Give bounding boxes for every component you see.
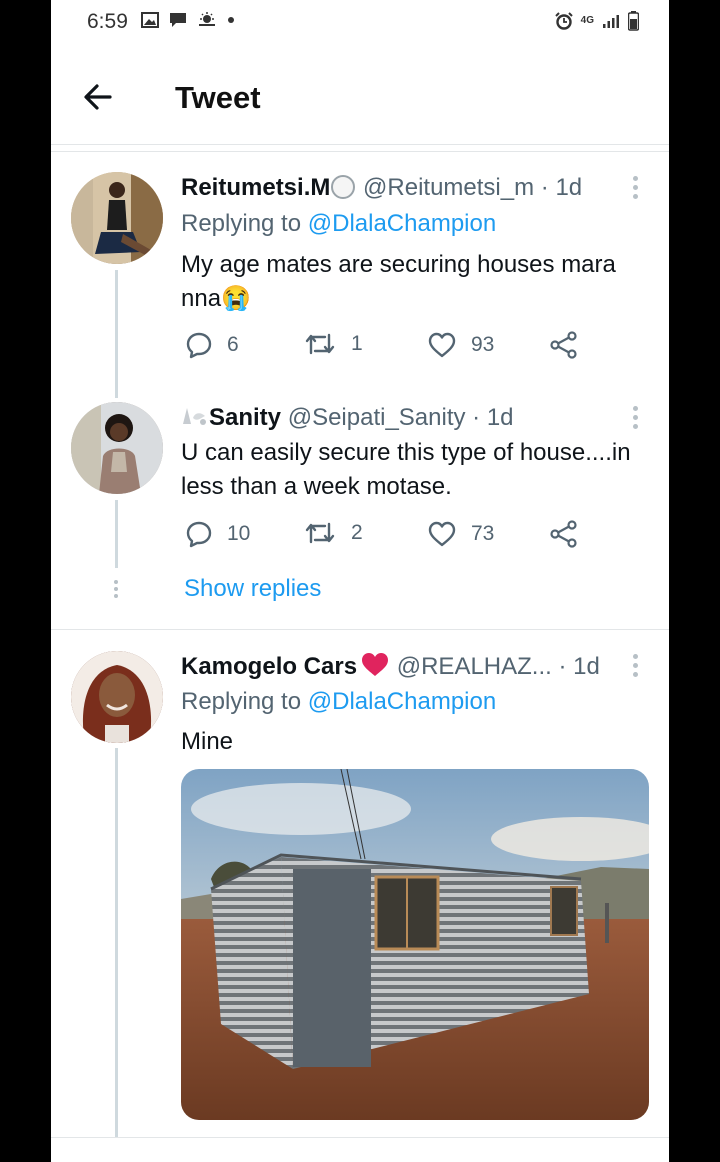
tweet-header: Sanity @Seipati_Sanity · 1d <box>181 404 514 432</box>
tweet-text: My age mates are securing houses mara nn… <box>181 251 616 312</box>
avatar-photo-sanity <box>71 402 163 494</box>
page-title: Tweet <box>175 80 261 115</box>
tweet-text: Mine <box>181 728 234 755</box>
avatar-photo-kamogelo <box>71 651 163 743</box>
header-divider-secondary <box>51 151 669 152</box>
replying-prefix: Replying to <box>181 688 302 715</box>
replying-to-link[interactable]: @DlalaChampion <box>308 688 496 715</box>
tweet-actions: 10 2 73 <box>183 520 653 554</box>
thread-line <box>115 500 118 568</box>
white-circle-emoji-icon <box>331 175 356 199</box>
timestamp: · 1d <box>540 174 583 201</box>
reply-icon <box>186 521 212 548</box>
like-count: 93 <box>471 333 495 356</box>
status-system-icons: 4G <box>554 11 639 31</box>
retweet-button[interactable]: 2 <box>303 520 363 546</box>
status-time: 6:59 <box>87 10 128 33</box>
handle[interactable]: @Seipati_Sanity <box>288 404 466 431</box>
share-button[interactable] <box>549 520 579 548</box>
emoji-icon <box>183 408 206 425</box>
retweet-icon <box>305 522 335 544</box>
tweet-actions: 6 1 93 <box>183 331 653 365</box>
display-name[interactable]: Kamogelo Cars <box>181 653 357 680</box>
avatar[interactable] <box>71 172 163 264</box>
timestamp: · 1d <box>472 404 514 431</box>
network-type-label: 4G <box>580 15 594 26</box>
more-options-icon[interactable] <box>633 176 639 203</box>
tweet-divider <box>51 1137 669 1138</box>
app-bar: Tweet <box>51 58 669 138</box>
retweet-button[interactable]: 1 <box>303 331 363 357</box>
status-bar: 6:59 4G <box>51 0 669 46</box>
timestamp: · 1d <box>558 653 600 680</box>
reply-count: 10 <box>227 522 251 545</box>
replying-to: Replying to @DlalaChampion <box>181 210 496 238</box>
handle[interactable]: @Reitumetsi_m <box>363 174 534 201</box>
show-replies-link[interactable]: Show replies <box>184 575 321 603</box>
thread-continuation-dots-icon <box>114 580 120 602</box>
weather-icon <box>199 12 215 26</box>
share-icon <box>550 331 577 359</box>
retweet-count: 1 <box>351 332 363 355</box>
gallery-icon <box>141 12 159 28</box>
more-options-icon[interactable] <box>633 406 639 433</box>
retweet-icon <box>305 333 335 355</box>
status-notification-icons <box>141 12 235 28</box>
avatar[interactable] <box>71 402 163 494</box>
replying-to-link[interactable]: @DlalaChampion <box>308 210 496 237</box>
reply-count: 6 <box>227 333 239 356</box>
reply-button[interactable]: 6 <box>185 331 239 359</box>
shack-photo <box>181 769 649 1120</box>
replying-to: Replying to @DlalaChampion <box>181 688 496 716</box>
avatar[interactable] <box>71 651 163 743</box>
like-button[interactable]: 73 <box>427 520 494 548</box>
heart-icon <box>428 332 456 358</box>
like-button[interactable]: 93 <box>427 331 494 359</box>
thread-line <box>115 748 118 1138</box>
tweet-header: Reitumetsi.M @Reitumetsi_m · 1d <box>181 174 582 202</box>
heart-icon <box>428 521 456 547</box>
thread-line <box>115 270 118 398</box>
screen: 6:59 4G Tweet Reitumetsi.M @Reitumetsi_m… <box>51 0 669 1162</box>
share-icon <box>550 520 577 548</box>
handle[interactable]: @REALHAZ... <box>397 653 552 680</box>
display-name[interactable]: Reitumetsi.M <box>181 174 330 201</box>
reply-icon <box>186 332 212 359</box>
avatar-photo-reitumetsi <box>71 172 163 264</box>
reply-button[interactable]: 10 <box>185 520 250 548</box>
battery-icon <box>628 11 639 31</box>
header-divider <box>51 144 669 145</box>
signal-icon <box>603 15 619 28</box>
replying-prefix: Replying to <box>181 210 302 237</box>
tweet-media-photo[interactable] <box>181 769 649 1120</box>
like-count: 73 <box>471 522 495 545</box>
tweet-header: Kamogelo Cars @REALHAZ... · 1d <box>181 652 600 681</box>
dot-icon <box>228 17 234 23</box>
red-heart-emoji-icon <box>362 653 389 676</box>
share-button[interactable] <box>549 331 579 359</box>
back-arrow-icon[interactable] <box>81 80 115 114</box>
retweet-count: 2 <box>351 521 363 544</box>
message-icon <box>170 13 186 27</box>
more-options-icon[interactable] <box>633 654 639 681</box>
tweet-divider <box>51 629 669 630</box>
alarm-icon <box>554 12 573 30</box>
display-name[interactable]: Sanity <box>209 404 281 431</box>
tweet-text: U can easily secure this type of house..… <box>181 439 631 500</box>
